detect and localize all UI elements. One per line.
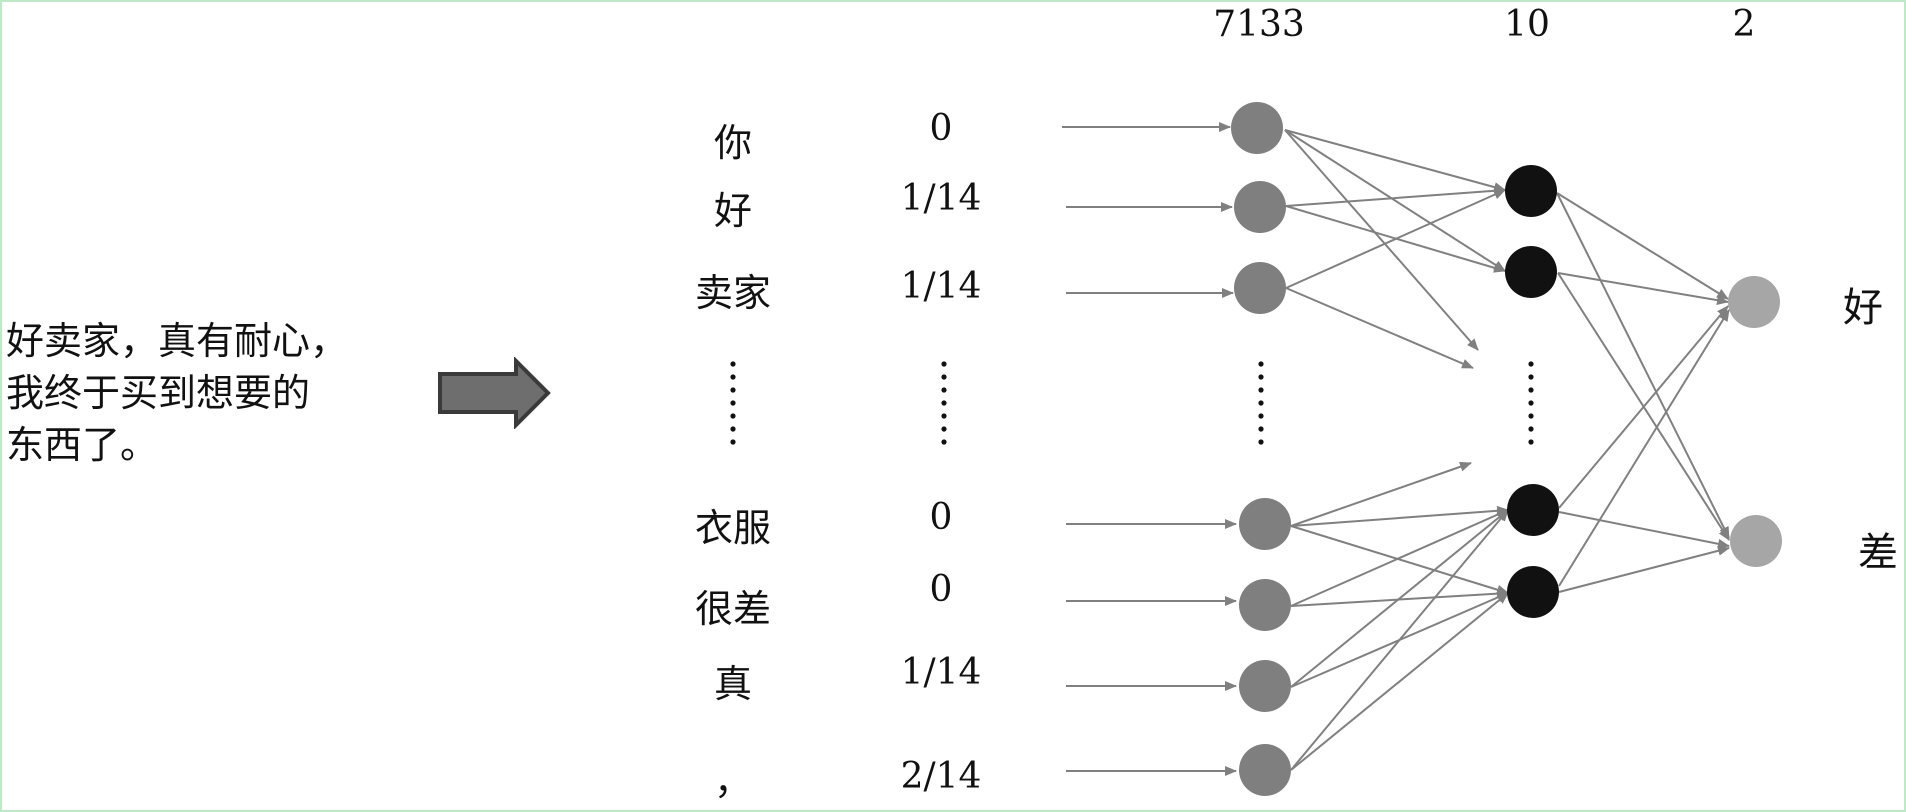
output-node-bad <box>1730 515 1782 567</box>
hidden-node <box>1507 566 1559 618</box>
output-layer-nodes <box>1728 276 1782 567</box>
hidden-layer-ellipsis <box>1528 361 1534 445</box>
edge <box>1558 511 1730 549</box>
input-node <box>1239 744 1291 796</box>
input-layer-nodes <box>1231 102 1291 796</box>
input-hidden-edges <box>1284 129 1509 771</box>
input-layer-ellipsis <box>1258 361 1264 445</box>
edge <box>1285 185 1506 207</box>
input-node <box>1231 102 1283 154</box>
edge <box>1558 309 1730 587</box>
edge <box>1284 129 1506 192</box>
input-node <box>1239 498 1291 550</box>
ellipsis-dots <box>730 361 1534 445</box>
value-column-ellipsis <box>941 361 947 445</box>
hidden-node <box>1505 165 1557 217</box>
edge <box>1285 287 1474 369</box>
neural-network-diagram <box>730 102 1782 796</box>
output-node-good <box>1728 276 1780 328</box>
input-node <box>1239 660 1291 712</box>
hidden-node <box>1505 246 1557 298</box>
input-arrows <box>1062 122 1237 776</box>
hidden-node <box>1507 484 1559 536</box>
hidden-output-edges <box>1556 192 1730 593</box>
input-node <box>1234 181 1286 233</box>
edge <box>1558 545 1730 593</box>
edge <box>1284 129 1479 351</box>
edge <box>1290 509 1509 771</box>
edge <box>1558 305 1729 509</box>
edge <box>1556 192 1730 539</box>
edge <box>1290 461 1472 527</box>
input-node <box>1234 262 1286 314</box>
edge <box>1285 189 1506 289</box>
word-column-ellipsis <box>730 361 736 445</box>
input-node <box>1239 579 1291 631</box>
edge <box>1290 592 1509 771</box>
edge <box>1557 272 1729 306</box>
edge <box>1284 129 1506 272</box>
